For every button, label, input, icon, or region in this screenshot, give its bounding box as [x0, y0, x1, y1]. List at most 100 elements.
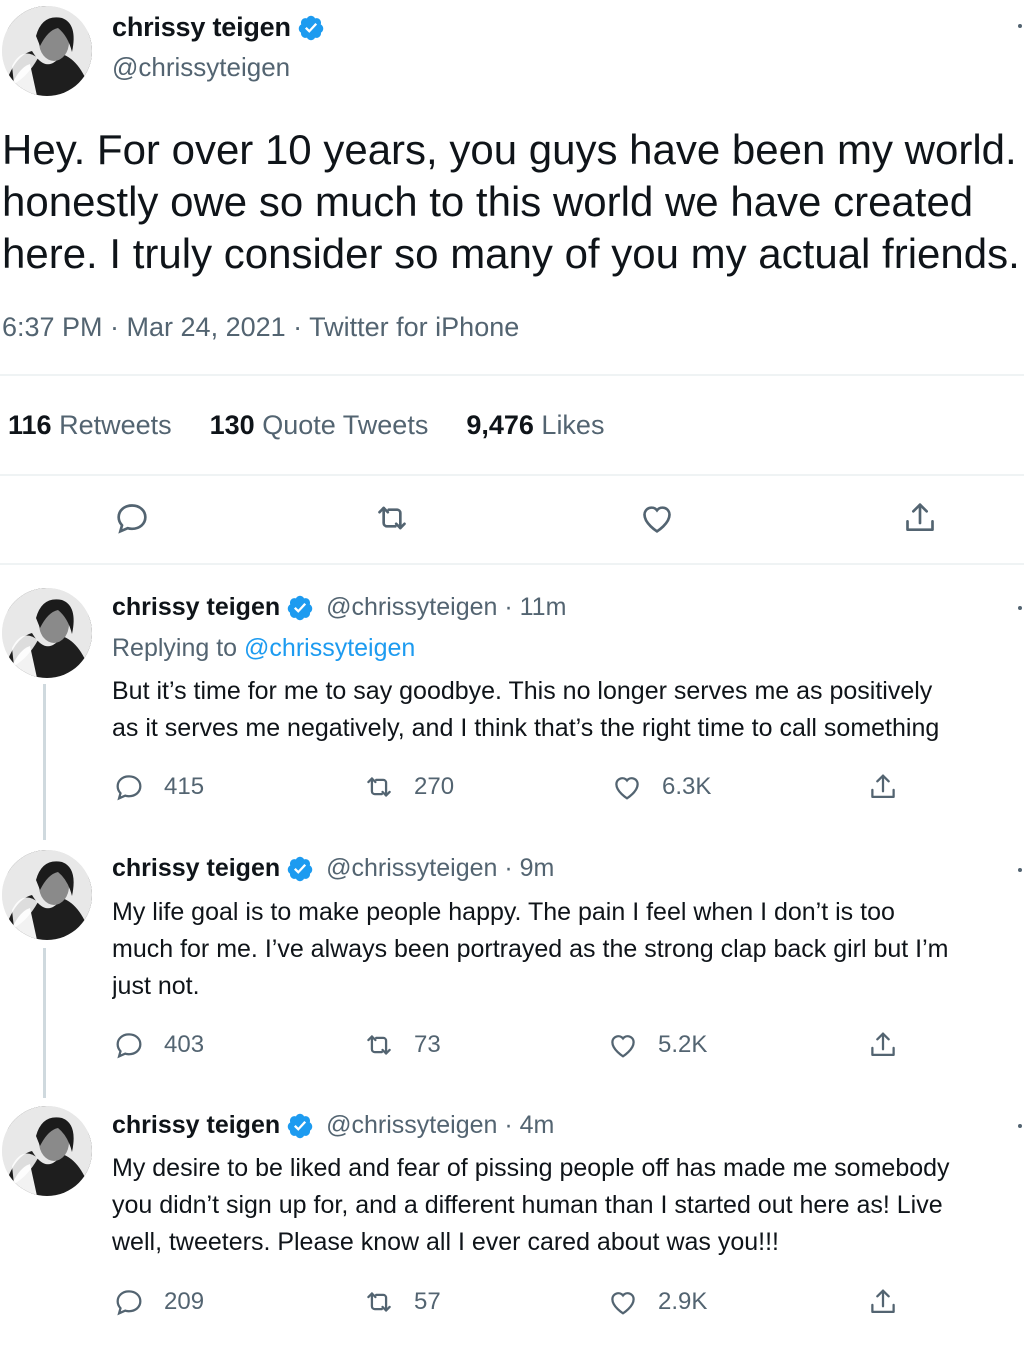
reply-tweet-text: My life goal is to make people happy. Th…	[112, 894, 1024, 1005]
tweet-text-line: honestly owe so much to this world we ha…	[2, 178, 974, 225]
reply-icon	[116, 1033, 142, 1059]
verified-badge-icon	[286, 855, 314, 883]
reply-count: 403	[164, 1031, 205, 1058]
tweet-timestamp-source[interactable]: 6:37 PM · Mar 24, 2021 · Twitter for iPh…	[2, 312, 519, 343]
tweet-text-line: well, tweeters. Please know all I ever c…	[112, 1228, 779, 1256]
retweet-icon	[367, 777, 391, 797]
like-button[interactable]: 5.2K	[606, 1028, 707, 1062]
more-options-icon[interactable]	[1018, 24, 1022, 28]
replying-to-handle-link[interactable]: @chrissyteigen	[244, 634, 415, 662]
quote-tweets-stat[interactable]: 130 Quote Tweets	[210, 410, 429, 441]
author-name-text: chrissy teigen	[112, 1111, 281, 1139]
like-button[interactable]: 2.9K	[606, 1285, 707, 1319]
reply-tweet-actions: 209 57 2.9K	[0, 1285, 1024, 1321]
likes-stat[interactable]: 9,476 Likes	[466, 410, 604, 441]
main-author-handle[interactable]: @chrissyteigen	[112, 52, 290, 83]
retweet-button[interactable]: 57	[362, 1285, 441, 1319]
verified-badge-icon	[286, 594, 314, 622]
reply-author-row[interactable]: chrissy teigen @chrissyteigen · 9m	[112, 854, 554, 883]
main-tweet-text: Hey. For over 10 years, you guys have be…	[2, 124, 1024, 280]
reply-tweet-text: But it’s time for me to say goodbye. Thi…	[112, 673, 1024, 747]
divider	[0, 474, 1024, 476]
like-icon	[615, 777, 639, 800]
divider	[0, 563, 1024, 565]
share-button[interactable]	[866, 1285, 900, 1319]
retweet-icon[interactable]	[372, 498, 412, 538]
like-icon	[611, 1035, 635, 1058]
share-icon	[871, 774, 895, 799]
tweet-text-line: here. I truly consider so many of you my…	[2, 230, 1020, 277]
reply-button[interactable]: 403	[112, 1028, 204, 1062]
reply-author-row[interactable]: chrissy teigen @chrissyteigen · 11m	[112, 593, 566, 622]
author-name-text: chrissy teigen	[112, 593, 281, 621]
retweet-button[interactable]: 73	[362, 1028, 441, 1062]
tweet-text-line: My desire to be liked and fear of pissin…	[112, 1154, 950, 1182]
share-icon[interactable]	[900, 498, 940, 538]
tweet-thread-page: chrissy teigen @chrissyteigen Hey. For o…	[0, 0, 1024, 1365]
tweet-stats: 116 Retweets 130 Quote Tweets 9,476 Like…	[8, 410, 604, 441]
author-name-text: chrissy teigen	[112, 12, 291, 42]
like-count: 6.3K	[662, 773, 712, 800]
more-options-icon[interactable]	[1018, 606, 1022, 610]
tweet-text-line: But it’s time for me to say goodbye. Thi…	[112, 677, 933, 705]
share-icon	[871, 1289, 895, 1314]
reply-icon[interactable]	[112, 498, 152, 538]
verified-badge-icon	[286, 1112, 314, 1140]
replying-to: Replying to @chrissyteigen	[112, 634, 415, 663]
replying-to-label: Replying to	[112, 634, 238, 662]
author-name-text: chrissy teigen	[112, 854, 281, 882]
handle-timestamp: @chrissyteigen · 9m	[326, 854, 555, 882]
retweet-icon	[367, 1035, 391, 1055]
main-author-name[interactable]: chrissy teigen	[112, 12, 325, 43]
reply-count: 415	[164, 773, 205, 800]
more-options-icon[interactable]	[1018, 868, 1022, 872]
retweet-count: 73	[414, 1031, 441, 1058]
retweet-icon	[367, 1292, 391, 1312]
thread-connector-line	[43, 684, 46, 840]
avatar-image	[2, 588, 92, 678]
reply-icon	[116, 1290, 142, 1316]
avatar[interactable]	[2, 850, 92, 940]
reply-tweet-actions: 403 73 5.2K	[0, 1028, 1024, 1064]
reply-count: 209	[164, 1288, 205, 1315]
tweet-text-line: just not.	[112, 972, 200, 1000]
tweet-text-line: much for me. I’ve always been portrayed …	[112, 935, 949, 963]
likes-label: Likes	[541, 410, 605, 440]
reply-tweet-text: My desire to be liked and fear of pissin…	[112, 1150, 1024, 1261]
verified-badge-icon	[297, 14, 325, 42]
reply-tweet-actions: 415 270 6.3K	[0, 770, 1024, 806]
retweet-count: 57	[414, 1288, 441, 1315]
likes-count: 9,476	[466, 410, 534, 440]
tweet-text-line: Hey. For over 10 years, you guys have be…	[2, 126, 1024, 173]
tweet-text-line: as it serves me negatively, and I think …	[112, 714, 940, 742]
tweet-text-line: you didn’t sign up for, and a different …	[112, 1191, 943, 1219]
reply-icon	[116, 775, 142, 801]
share-button[interactable]	[866, 770, 900, 804]
avatar[interactable]	[2, 588, 92, 678]
avatar[interactable]	[2, 6, 92, 96]
handle-timestamp: @chrissyteigen · 4m	[326, 1111, 555, 1139]
more-options-icon[interactable]	[1018, 1124, 1022, 1128]
retweets-label: Retweets	[59, 410, 172, 440]
reply-button[interactable]: 209	[112, 1285, 204, 1319]
thread-connector-line	[43, 948, 46, 1098]
like-icon[interactable]	[637, 498, 677, 538]
like-count: 5.2K	[658, 1031, 708, 1058]
retweet-count: 270	[414, 773, 455, 800]
share-icon	[871, 1032, 895, 1057]
retweets-count: 116	[8, 410, 52, 440]
share-button[interactable]	[866, 1028, 900, 1062]
like-button[interactable]: 6.3K	[610, 770, 711, 804]
divider	[0, 374, 1024, 376]
quote-tweets-count: 130	[209, 410, 255, 440]
retweets-stat[interactable]: 116 Retweets	[8, 410, 172, 441]
tweet-text-line: My life goal is to make people happy. Th…	[112, 898, 895, 926]
main-tweet-actions	[0, 498, 1024, 542]
retweet-button[interactable]: 270	[362, 770, 454, 804]
avatar-image	[2, 850, 92, 940]
reply-button[interactable]: 415	[112, 770, 204, 804]
quote-tweets-label: Quote Tweets	[262, 410, 429, 440]
avatar[interactable]	[2, 1106, 92, 1196]
reply-author-row[interactable]: chrissy teigen @chrissyteigen · 4m	[112, 1111, 554, 1140]
handle-timestamp: @chrissyteigen · 11m	[326, 593, 567, 621]
